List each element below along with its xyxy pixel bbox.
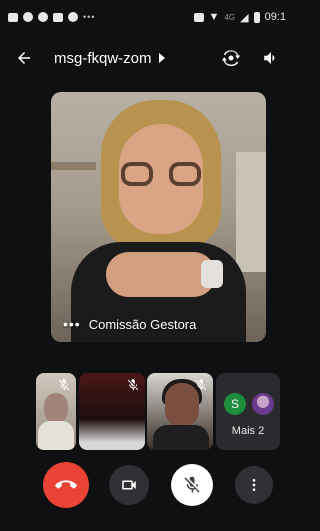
pinterest-icon-2: [68, 12, 78, 22]
app-bar: msg-fkqw-zom: [0, 36, 294, 80]
camera-toggle-button[interactable]: [109, 465, 149, 505]
more-options-icon[interactable]: •••: [63, 316, 81, 332]
whatsapp-icon: [23, 12, 33, 22]
end-call-button[interactable]: [43, 462, 89, 508]
video-camera-icon: [122, 480, 136, 490]
phone-hangup-icon: [55, 480, 77, 489]
arrow-left-icon: [18, 52, 30, 64]
vibrate-icon: [193, 12, 204, 22]
youtube-icon: [53, 12, 63, 22]
call-controls: [0, 462, 294, 512]
avatar-photo: [252, 393, 274, 415]
switch-camera-icon: [221, 50, 241, 67]
more-notifications-icon: •••: [83, 12, 96, 22]
microphone-toggle-button[interactable]: [171, 464, 213, 506]
participant-thumbnail-1[interactable]: [36, 373, 76, 450]
main-video-tile[interactable]: ••• Comissão Gestora: [51, 92, 266, 342]
app-notification-icon: [8, 12, 18, 22]
background-wall: [236, 152, 266, 272]
signal-icon: ◢: [240, 11, 249, 24]
participant-hands: [106, 252, 216, 297]
more-participants-tile[interactable]: S Mais 2: [216, 373, 280, 450]
more-vert-icon: [252, 479, 256, 491]
back-button[interactable]: [12, 46, 36, 70]
meeting-info-button[interactable]: msg-fkqw-zom: [54, 50, 166, 67]
battery-icon: [253, 11, 260, 23]
speaker-button[interactable]: [260, 47, 282, 69]
pinterest-icon: [38, 12, 48, 22]
thumbnail-face: [44, 393, 68, 423]
clock: 09:1: [264, 11, 286, 23]
more-participants-label: Mais 2: [231, 425, 265, 437]
participant-name: Comissão Gestora: [88, 316, 197, 332]
participant-thumbnail-3[interactable]: [147, 373, 213, 450]
switch-camera-button[interactable]: [220, 47, 242, 69]
more-options-button[interactable]: [235, 466, 273, 504]
thumbnail-body: [153, 425, 209, 450]
participant-avatars: S: [224, 393, 274, 415]
participant-thumbnail-2[interactable]: [79, 373, 145, 450]
avatar: S: [224, 393, 246, 415]
network-type: 4G: [224, 12, 236, 22]
system-icons: ▼ 4G ◢ 09:1: [193, 11, 286, 24]
mic-off-icon: [184, 476, 200, 493]
glasses-left: [121, 162, 153, 186]
mic-off-icon: [127, 379, 139, 391]
background-shelf: [51, 162, 96, 170]
participant-watch: [201, 260, 223, 288]
notification-icons: •••: [8, 12, 95, 22]
wifi-icon: ▼: [208, 11, 220, 23]
app-bar-actions: [220, 47, 282, 69]
mic-off-icon: [58, 379, 70, 391]
participant-label: ••• Comissão Gestora: [63, 316, 196, 332]
mic-off-icon: [195, 379, 207, 391]
chevron-right-icon: [158, 53, 165, 63]
speaker-icon: [264, 52, 275, 64]
thumbnail-body: [38, 421, 74, 450]
meeting-code: msg-fkqw-zom: [54, 49, 152, 67]
status-bar: ••• ▼ 4G ◢ 09:1: [0, 0, 294, 34]
glasses-right: [169, 162, 201, 186]
